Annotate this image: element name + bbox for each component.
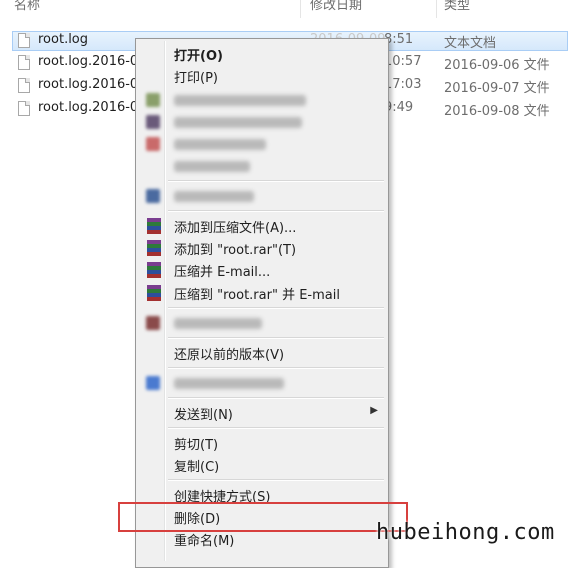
column-modified[interactable]: 修改日期 <box>310 0 362 15</box>
menu-item-label: 压缩并 E-mail... <box>174 265 271 280</box>
blurred-label <box>174 318 262 329</box>
column-divider[interactable] <box>436 0 437 18</box>
menu-item-print[interactable]: 打印(P) <box>138 65 386 87</box>
menu-separator <box>168 180 384 182</box>
menu-item-cut[interactable]: 剪切(T) <box>138 432 386 454</box>
blurred-label <box>174 191 254 202</box>
menu-item-add-to-archive[interactable]: 添加到压缩文件(A)... <box>138 215 386 237</box>
file-name: root.log.2016-0 <box>38 77 139 92</box>
blurred-label <box>174 139 266 150</box>
blurred-app-icon <box>146 115 160 129</box>
menu-item-label: 打印(P) <box>174 71 218 86</box>
column-header: 名称 修改日期 类型 <box>0 0 568 18</box>
watermark: hubeihong.com <box>376 520 555 545</box>
menu-separator <box>168 427 384 429</box>
file-type: 2016-09-06 文件 <box>444 58 550 73</box>
menu-item-copy[interactable]: 复制(C) <box>138 454 386 476</box>
blurred-app-icon <box>146 137 160 151</box>
file-time: 10:57 <box>384 54 422 69</box>
blurred-app-icon <box>146 189 160 203</box>
winrar-icon <box>147 218 161 234</box>
menu-item-blurred[interactable] <box>138 133 386 155</box>
menu-item-label: 添加到压缩文件(A)... <box>174 221 297 236</box>
menu-item-label: 压缩到 "root.rar" 并 E-mail <box>174 288 340 303</box>
menu-item-compress-email[interactable]: 压缩并 E-mail... <box>138 259 386 281</box>
menu-item-restore-versions[interactable]: 还原以前的版本(V) <box>138 342 386 364</box>
menu-item-label: 剪切(T) <box>174 438 219 453</box>
menu-item-blurred[interactable] <box>138 111 386 133</box>
file-type: 文本文档 <box>444 36 497 51</box>
column-divider[interactable] <box>300 0 301 18</box>
submenu-arrow-icon: ▶ <box>370 405 378 416</box>
menu-item-blurred[interactable] <box>138 185 386 207</box>
file-name: root.log.2016-0 <box>38 54 139 69</box>
blurred-app-icon <box>146 93 160 107</box>
menu-item-open[interactable]: 打开(O) <box>138 43 386 65</box>
blurred-label <box>174 117 302 128</box>
menu-separator <box>168 337 384 339</box>
menu-item-blurred[interactable] <box>138 89 386 111</box>
file-time: 17:03 <box>384 77 422 92</box>
context-menu: 打开(O) 打印(P) 添加到压缩文件(A)... 添加到 "root.rar"… <box>135 38 389 568</box>
menu-item-blurred[interactable] <box>138 155 386 177</box>
text-file-icon <box>18 55 30 70</box>
menu-separator <box>168 210 384 212</box>
file-type: 2016-09-07 文件 <box>444 81 550 96</box>
text-file-icon <box>18 33 30 48</box>
text-file-icon <box>18 78 30 93</box>
menu-item-label: 发送到(N) <box>174 408 233 423</box>
menu-separator <box>168 479 384 481</box>
menu-item-send-to[interactable]: 发送到(N) ▶ <box>138 402 386 424</box>
menu-item-label: 添加到 "root.rar"(T) <box>174 243 297 258</box>
file-name: root.log.2016-0 <box>38 100 139 115</box>
menu-item-blurred[interactable] <box>138 372 386 394</box>
blurred-label <box>174 95 306 106</box>
blurred-label <box>174 161 250 172</box>
column-name[interactable]: 名称 <box>14 0 40 15</box>
winrar-icon <box>147 262 161 278</box>
menu-item-label: 还原以前的版本(V) <box>174 348 285 363</box>
menu-separator <box>168 367 384 369</box>
blurred-app-icon <box>146 376 160 390</box>
menu-item-label: 复制(C) <box>174 460 220 475</box>
blurred-app-icon <box>146 316 160 330</box>
file-name: root.log <box>38 32 89 47</box>
delete-highlight-box <box>118 502 408 532</box>
file-type: 2016-09-08 文件 <box>444 104 550 119</box>
menu-separator <box>168 307 384 309</box>
winrar-icon <box>147 285 161 301</box>
menu-item-compress-rar-email[interactable]: 压缩到 "root.rar" 并 E-mail <box>138 282 386 304</box>
menu-separator <box>168 397 384 399</box>
text-file-icon <box>18 101 30 116</box>
menu-item-add-to-rar[interactable]: 添加到 "root.rar"(T) <box>138 237 386 259</box>
winrar-icon <box>147 240 161 256</box>
menu-item-label: 重命名(M) <box>174 534 235 549</box>
column-type[interactable]: 类型 <box>444 0 470 15</box>
blurred-label <box>174 378 284 389</box>
menu-item-label: 打开(O) <box>174 49 223 64</box>
menu-item-blurred[interactable] <box>138 312 386 334</box>
